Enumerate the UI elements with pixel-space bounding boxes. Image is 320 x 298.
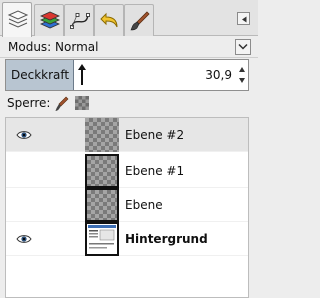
brush-icon <box>130 11 150 31</box>
lock-alpha-icon[interactable] <box>75 96 89 110</box>
layer-row[interactable]: Hintergrund <box>6 222 248 256</box>
tab-undo-history[interactable] <box>94 4 124 36</box>
chevron-down-icon <box>238 43 248 50</box>
spin-arrows-icon[interactable] <box>238 66 246 84</box>
paths-icon <box>70 13 90 29</box>
mode-selector[interactable]: Modus: Normal <box>0 36 258 58</box>
tab-brushes[interactable] <box>124 4 154 36</box>
eye-icon[interactable] <box>16 233 32 245</box>
tab-paths[interactable] <box>64 4 94 36</box>
layer-row[interactable]: Ebene #1 <box>6 154 248 188</box>
triangle-left-icon <box>242 16 247 23</box>
dock-menu-button[interactable] <box>237 12 250 25</box>
layer-name[interactable]: Ebene #2 <box>125 128 184 142</box>
lock-pixels-brush-icon[interactable] <box>55 96 69 112</box>
opacity-cursor-icon <box>78 64 86 85</box>
opacity-value: 30,9 <box>205 68 232 82</box>
tab-layers[interactable] <box>2 2 32 37</box>
undo-history-icon <box>100 12 118 28</box>
layer-thumbnail <box>85 154 119 188</box>
layer-thumbnail <box>85 188 119 222</box>
layer-name[interactable]: Ebene <box>125 198 163 212</box>
mode-dropdown-button[interactable] <box>235 39 251 55</box>
mode-label: Modus: Normal <box>8 40 99 54</box>
layers-list: Ebene #2 Ebene #1 Ebene Hintergrund <box>5 117 249 298</box>
layer-thumbnail <box>85 118 119 152</box>
dock-tab-bar <box>0 0 258 37</box>
layer-thumbnail <box>85 222 119 256</box>
background-preview-icon <box>87 224 117 254</box>
eye-icon[interactable] <box>16 129 32 141</box>
opacity-slider[interactable]: Deckkraft 30,9 <box>5 59 249 91</box>
tab-channels[interactable] <box>34 4 64 36</box>
layer-name[interactable]: Hintergrund <box>125 232 208 246</box>
layer-row[interactable]: Ebene <box>6 188 248 222</box>
lock-label: Sperre: <box>7 96 51 110</box>
channels-icon <box>40 11 60 29</box>
layer-row[interactable]: Ebene #2 <box>6 118 248 152</box>
layer-name[interactable]: Ebene #1 <box>125 164 184 178</box>
lock-row: Sperre: <box>0 94 258 114</box>
layers-stack-icon <box>7 10 29 28</box>
opacity-label: Deckkraft <box>11 68 70 82</box>
